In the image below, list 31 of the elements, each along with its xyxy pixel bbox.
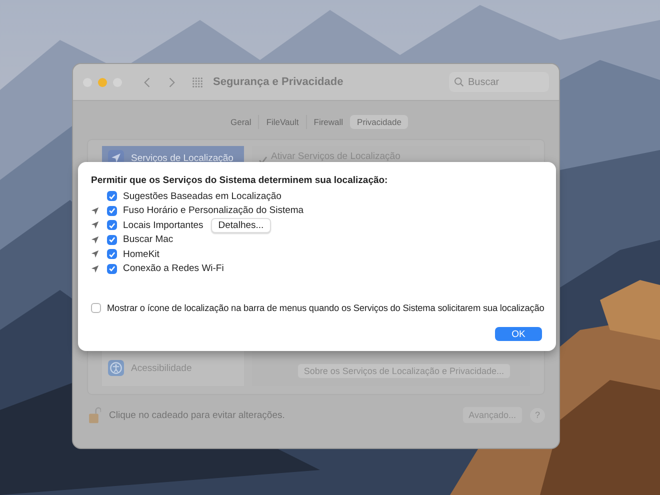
checkbox[interactable]	[91, 303, 101, 313]
search-field[interactable]: Buscar	[449, 72, 549, 92]
checkbox-label: Conexão a Redes Wi-Fi	[123, 263, 224, 274]
dialog-heading: Permitir que os Serviços do Sistema determinem sua localização:	[91, 175, 389, 186]
checkbox-label: HomeKit	[123, 248, 160, 260]
checkbox-label: Buscar Mac	[123, 234, 174, 246]
window-title: Segurança e Privacidade	[213, 76, 344, 88]
help-button[interactable]: ?	[530, 408, 545, 422]
checkbox[interactable]	[107, 206, 117, 216]
checkbox-label: Fuso Horário e Personalização do Sistema	[123, 205, 304, 216]
tab[interactable]: Geral	[224, 115, 258, 129]
checkbox-label: Mostrar o ícone de localização na barra de menus quando os Serviços do Sistema solicitarem sua localização	[107, 303, 544, 313]
details-button[interactable]: Detalhes...	[211, 218, 271, 233]
back-icon[interactable]	[144, 76, 151, 88]
accessibility-icon	[108, 360, 124, 376]
forward-icon[interactable]	[168, 76, 175, 88]
ok-button[interactable]: OK	[495, 327, 542, 341]
lock-icon[interactable]	[89, 406, 101, 424]
lock-hint: Clique no cadeado para evitar alterações.	[109, 410, 286, 420]
tab[interactable]: FileVault	[258, 115, 306, 129]
checkbox[interactable]	[107, 191, 117, 202]
tab[interactable]: Privacidade	[350, 115, 408, 129]
checkbox[interactable]	[107, 264, 117, 274]
checkbox-label: Locais Importantes	[123, 220, 204, 231]
search-icon	[454, 77, 464, 87]
checkbox[interactable]	[107, 234, 117, 245]
checkbox[interactable]	[107, 249, 117, 260]
checkbox[interactable]	[107, 220, 117, 230]
grid-icon[interactable]	[192, 76, 203, 88]
checkbox-label: Sugestões Baseadas em Localização	[123, 190, 282, 202]
minimize-button[interactable]	[98, 78, 107, 86]
